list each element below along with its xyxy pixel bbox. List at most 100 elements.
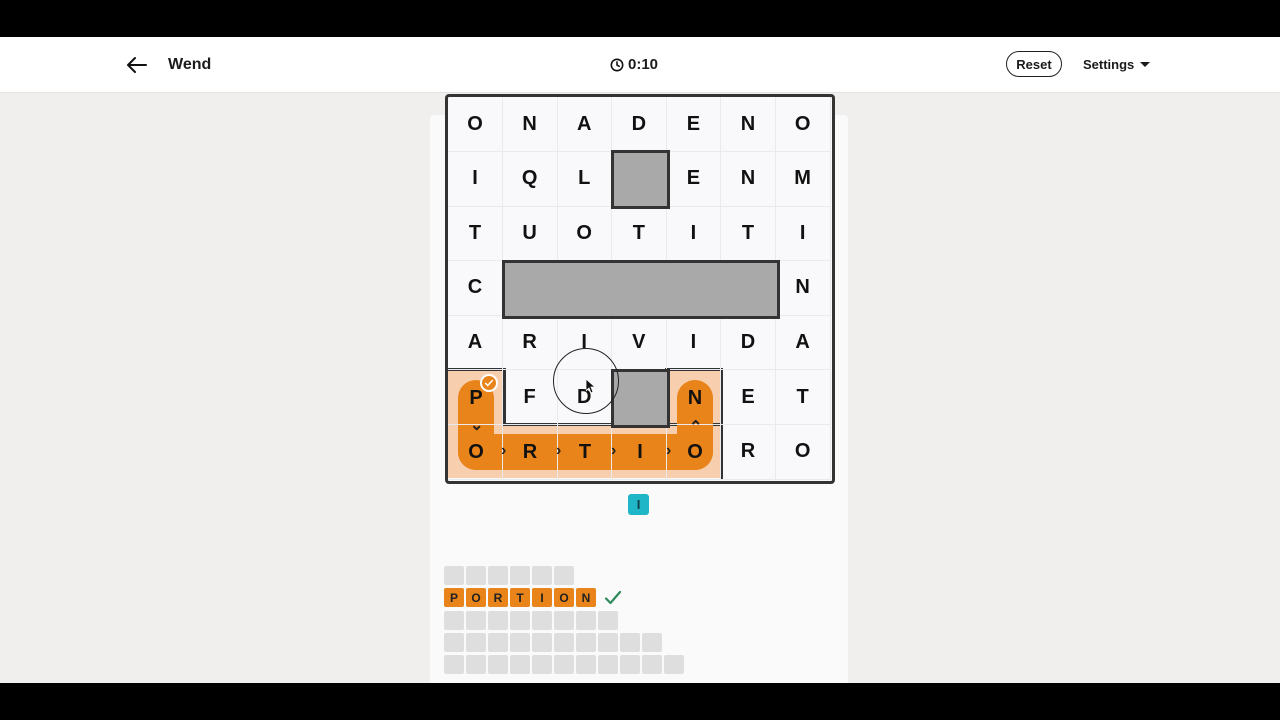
- empty-letter-slot: [532, 611, 552, 630]
- grid-cell[interactable]: N: [721, 97, 776, 152]
- chevron-right-icon: ›: [666, 442, 672, 459]
- chevron-right-icon: ›: [501, 442, 507, 459]
- empty-letter-slot: [554, 633, 574, 652]
- grid-cell[interactable]: E: [721, 370, 776, 425]
- grid-cell[interactable]: T: [721, 206, 776, 262]
- game-title: Wend: [168, 56, 212, 73]
- chevron-up-icon: ⌃: [689, 419, 703, 436]
- top-bar: Wend 0:10 Reset Settings: [0, 37, 1280, 93]
- blocked-cell: [611, 150, 670, 209]
- grid-cell[interactable]: A: [448, 315, 503, 371]
- empty-letter-slot: [488, 611, 508, 630]
- empty-letter-slot: [576, 611, 596, 630]
- grid-cell[interactable]: O: [775, 97, 831, 152]
- grid-cell[interactable]: R: [721, 424, 776, 480]
- empty-letter-slot: [466, 611, 486, 630]
- word-slot-row: [444, 611, 618, 630]
- empty-letter-slot: [510, 611, 530, 630]
- grid-cell[interactable]: Q: [502, 151, 558, 207]
- empty-letter-slot: [576, 655, 596, 674]
- empty-letter-slot: [598, 655, 618, 674]
- grid-cell[interactable]: N: [775, 260, 831, 316]
- grid-cell[interactable]: C: [448, 260, 503, 316]
- grid-cell[interactable]: D: [611, 97, 667, 152]
- path-letter[interactable]: I: [622, 434, 658, 470]
- caret-down-icon: [1140, 62, 1151, 67]
- word-slot-row: [444, 655, 684, 674]
- found-letter-slot: O: [554, 588, 574, 607]
- grid-cell[interactable]: O: [448, 97, 503, 152]
- grid-cell[interactable]: A: [557, 97, 613, 152]
- settings-dropdown[interactable]: Settings: [1083, 57, 1151, 72]
- checkmark-icon: [604, 590, 622, 604]
- reset-button[interactable]: Reset: [1006, 51, 1062, 77]
- grid-cell[interactable]: O: [775, 424, 831, 480]
- empty-letter-slot: [488, 655, 508, 674]
- empty-letter-slot: [444, 633, 464, 652]
- empty-letter-slot: [444, 566, 464, 585]
- chevron-down-icon: ⌄: [470, 417, 484, 434]
- empty-letter-slot: [532, 633, 552, 652]
- grid-cell[interactable]: I: [666, 206, 722, 262]
- grid-cell[interactable]: U: [502, 206, 558, 262]
- grid-cell[interactable]: N: [502, 97, 558, 152]
- found-letter-slot: I: [532, 588, 552, 607]
- path-letter[interactable]: O: [458, 434, 494, 470]
- timer-value: 0:10: [628, 56, 659, 73]
- empty-letter-slot: [510, 655, 530, 674]
- chevron-right-icon: ›: [611, 442, 617, 459]
- empty-letter-slot: [532, 566, 552, 585]
- grid-cell[interactable]: E: [666, 97, 722, 152]
- chevron-right-icon: ›: [556, 442, 562, 459]
- empty-letter-slot: [444, 611, 464, 630]
- empty-letter-slot: [554, 566, 574, 585]
- grid-cell[interactable]: I: [775, 206, 831, 262]
- grid-cell[interactable]: T: [611, 206, 667, 262]
- check-badge-icon: [480, 374, 498, 392]
- word-slot-row: [444, 633, 662, 652]
- found-letter-slot: N: [576, 588, 596, 607]
- empty-letter-slot: [620, 633, 640, 652]
- grid-cell[interactable]: L: [557, 151, 613, 207]
- grid-cell[interactable]: F: [502, 370, 558, 425]
- grid-cell[interactable]: R: [502, 315, 558, 371]
- grid-cell[interactable]: V: [611, 315, 667, 371]
- found-letter-slot: T: [510, 588, 530, 607]
- settings-label: Settings: [1083, 57, 1135, 72]
- empty-letter-slot: [488, 633, 508, 652]
- found-word-row: PORTION: [444, 588, 622, 607]
- grid-cell[interactable]: D: [721, 315, 776, 371]
- path-letter[interactable]: T: [567, 434, 603, 470]
- grid-cell[interactable]: T: [775, 370, 831, 425]
- empty-letter-slot: [576, 633, 596, 652]
- grid-cell[interactable]: T: [448, 206, 503, 262]
- empty-letter-slot: [598, 611, 618, 630]
- empty-letter-slot: [466, 655, 486, 674]
- empty-letter-slot: [554, 655, 574, 674]
- empty-letter-slot: [642, 655, 662, 674]
- back-arrow-icon[interactable]: [125, 53, 149, 77]
- path-letter[interactable]: O: [677, 434, 713, 470]
- grid-cell[interactable]: I: [666, 315, 722, 371]
- empty-letter-slot: [554, 611, 574, 630]
- blocked-cell: [502, 260, 780, 319]
- path-letter[interactable]: N: [677, 380, 713, 416]
- mouse-pointer-icon: [586, 379, 595, 393]
- empty-letter-slot: [466, 633, 486, 652]
- word-slot-row: [444, 566, 574, 585]
- grid-cell[interactable]: O: [557, 206, 613, 262]
- found-letter-slot: O: [466, 588, 486, 607]
- empty-letter-slot: [510, 633, 530, 652]
- empty-letter-slot: [488, 566, 508, 585]
- grid-cell[interactable]: N: [721, 151, 776, 207]
- empty-letter-slot: [598, 633, 618, 652]
- found-letter-slot: P: [444, 588, 464, 607]
- grid-cell[interactable]: E: [666, 151, 722, 207]
- grid-cell[interactable]: M: [775, 151, 831, 207]
- path-letter[interactable]: R: [512, 434, 548, 470]
- grid-cell[interactable]: I: [448, 151, 503, 207]
- grid-cell[interactable]: A: [775, 315, 831, 371]
- blocked-cell: [611, 369, 670, 428]
- timer: 0:10: [610, 56, 658, 73]
- clock-icon: [610, 58, 624, 71]
